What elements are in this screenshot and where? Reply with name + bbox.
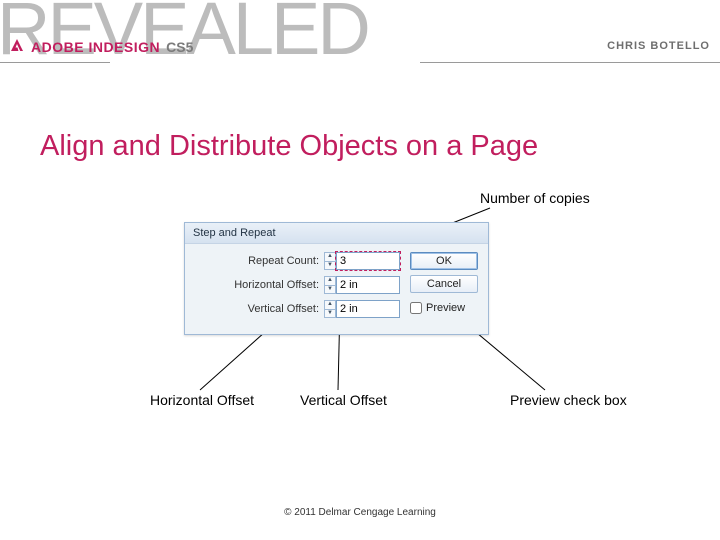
preview-label: Preview: [426, 302, 465, 314]
brand-text: ADOBE INDESIGN: [31, 39, 160, 55]
callout-horizontal-offset: Horizontal Offset: [150, 392, 254, 408]
repeat-count-input[interactable]: [336, 252, 400, 270]
stepper-arrows[interactable]: ▲ ▼: [324, 300, 336, 318]
repeat-count-stepper[interactable]: ▲ ▼: [324, 252, 400, 270]
divider-right: [420, 62, 720, 63]
chevron-down-icon[interactable]: ▼: [324, 309, 336, 319]
repeat-count-label: Repeat Count:: [195, 255, 319, 267]
chevron-up-icon[interactable]: ▲: [324, 252, 336, 261]
callout-preview-checkbox: Preview check box: [510, 392, 627, 408]
dialog-button-column: OK Cancel Preview: [410, 252, 478, 324]
product-line: ADOBE INDESIGN CS5: [10, 38, 193, 55]
horizontal-offset-stepper[interactable]: ▲ ▼: [324, 276, 400, 294]
dialog-title: Step and Repeat: [185, 223, 488, 244]
stepper-arrows[interactable]: ▲ ▼: [324, 252, 336, 270]
chevron-down-icon[interactable]: ▼: [324, 261, 336, 271]
vertical-offset-stepper[interactable]: ▲ ▼: [324, 300, 400, 318]
copyright-footer: © 2011 Delmar Cengage Learning: [0, 507, 720, 518]
chevron-down-icon[interactable]: ▼: [324, 285, 336, 295]
slide-banner: REVEALED ADOBE INDESIGN CS5 CHRIS BOTELL…: [0, 0, 720, 60]
cancel-button[interactable]: Cancel: [410, 275, 478, 293]
author-text: CHRIS BOTELLO: [607, 40, 710, 52]
vertical-offset-input[interactable]: [336, 300, 400, 318]
step-and-repeat-dialog: Step and Repeat Repeat Count: ▲ ▼ Horizo…: [184, 222, 489, 335]
page-title: Align and Distribute Objects on a Page: [40, 130, 680, 163]
horizontal-offset-label: Horizontal Offset:: [195, 279, 319, 291]
callout-number-of-copies: Number of copies: [480, 190, 590, 206]
chevron-up-icon[interactable]: ▲: [324, 300, 336, 309]
callout-vertical-offset: Vertical Offset: [300, 392, 387, 408]
stepper-arrows[interactable]: ▲ ▼: [324, 276, 336, 294]
horizontal-offset-row: Horizontal Offset: ▲ ▼: [195, 276, 400, 294]
dialog-body: Repeat Count: ▲ ▼ Horizontal Offset: ▲ ▼: [185, 244, 488, 334]
dialog-form-column: Repeat Count: ▲ ▼ Horizontal Offset: ▲ ▼: [195, 252, 400, 324]
vertical-offset-label: Vertical Offset:: [195, 303, 319, 315]
ok-button[interactable]: OK: [410, 252, 478, 270]
horizontal-offset-input[interactable]: [336, 276, 400, 294]
vertical-offset-row: Vertical Offset: ▲ ▼: [195, 300, 400, 318]
preview-row: Preview: [410, 302, 478, 314]
adobe-logo-icon: [10, 38, 24, 52]
version-text: CS5: [166, 39, 193, 55]
revealed-watermark: REVEALED: [0, 0, 368, 71]
chevron-up-icon[interactable]: ▲: [324, 276, 336, 285]
preview-checkbox[interactable]: [410, 302, 422, 314]
divider-left: [0, 62, 110, 63]
repeat-count-row: Repeat Count: ▲ ▼: [195, 252, 400, 270]
